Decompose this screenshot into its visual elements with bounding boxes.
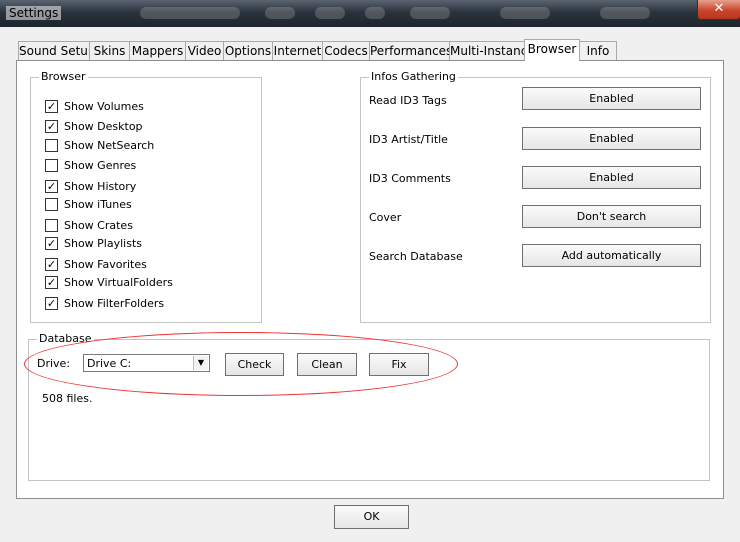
background-blur-shape (600, 7, 650, 19)
checkbox-show-virtualfolders[interactable]: ✓ Show VirtualFolders (45, 274, 173, 290)
checkbox[interactable]: ✓ (45, 99, 58, 113)
checkbox-label: Show Volumes (64, 99, 144, 113)
checkbox-show-favorites[interactable]: ✓ Show Favorites (45, 256, 147, 272)
infos-gathering-group: Infos Gathering (360, 70, 711, 323)
background-blur-shape (365, 7, 385, 19)
ok-button[interactable]: OK (334, 505, 409, 529)
checkbox-label: Show Playlists (64, 236, 143, 250)
close-button[interactable]: ✕ (697, 0, 740, 20)
id3-comments-label: ID3 Comments (369, 172, 451, 185)
check-icon: ✓ (46, 179, 57, 193)
drive-select-value: Drive C: (87, 357, 132, 370)
background-blur-shape (410, 7, 450, 19)
checkbox-show-itunes[interactable]: Show iTunes (45, 196, 132, 212)
background-blur-shape (265, 7, 295, 19)
checkbox-show-desktop[interactable]: ✓ Show Desktop (45, 118, 143, 134)
checkbox[interactable]: ✓ (45, 179, 58, 193)
clean-button[interactable]: Clean (297, 353, 357, 376)
tab-multi-instance[interactable]: Multi-Instance (449, 41, 535, 61)
checkbox-label: Show Desktop (64, 119, 143, 133)
window-title: Settings (6, 6, 62, 20)
checkbox[interactable] (45, 197, 58, 211)
checkbox-label: Show NetSearch (64, 138, 155, 152)
id3-artist-title-label: ID3 Artist/Title (369, 133, 448, 146)
search-database-label: Search Database (369, 250, 463, 263)
tab-sound-setup[interactable]: Sound Setup (18, 41, 96, 61)
checkbox-label: Show FilterFolders (64, 296, 165, 310)
infos-gathering-group-title: Infos Gathering (369, 70, 458, 83)
tab-performances[interactable]: Performances (369, 41, 452, 61)
checkbox-show-history[interactable]: ✓ Show History (45, 178, 136, 194)
tab-options[interactable]: Options (223, 41, 273, 61)
checkbox[interactable]: ✓ (45, 296, 58, 310)
browser-group-title: Browser (39, 70, 88, 83)
checkbox[interactable]: ✓ (45, 119, 58, 133)
checkbox-label: Show Favorites (64, 257, 147, 271)
checkbox-label: Show Crates (64, 218, 133, 232)
chevron-down-icon[interactable]: ▼ (193, 356, 208, 370)
checkbox-show-filterfolders[interactable]: ✓ Show FilterFolders (45, 295, 164, 311)
cover-label: Cover (369, 211, 402, 224)
check-icon: ✓ (46, 236, 57, 250)
tab-video[interactable]: Video (185, 41, 224, 61)
checkbox-label: Show History (64, 179, 137, 193)
checkbox[interactable]: ✓ (45, 257, 58, 271)
checkbox-show-volumes[interactable]: ✓ Show Volumes (45, 98, 144, 114)
check-icon: ✓ (46, 99, 57, 113)
fix-button[interactable]: Fix (369, 353, 429, 376)
tab-codecs[interactable]: Codecs (322, 41, 370, 61)
checkbox-label: Show VirtualFolders (64, 275, 173, 289)
drive-select[interactable]: Drive C: ▼ (83, 354, 210, 372)
checkbox[interactable] (45, 158, 58, 172)
close-icon: ✕ (713, 1, 725, 16)
title-bar: Settings ✕ (0, 0, 740, 27)
database-group-title: Database (37, 332, 94, 345)
checkbox[interactable]: ✓ (45, 275, 58, 289)
tab-info[interactable]: Info (579, 41, 617, 61)
background-blur-shape (500, 7, 550, 19)
checkbox-label: Show iTunes (64, 197, 132, 211)
checkbox[interactable] (45, 138, 58, 152)
checkbox-show-crates[interactable]: Show Crates (45, 217, 133, 233)
id3-comments-button[interactable]: Enabled (522, 166, 701, 189)
read-id3-tags-label: Read ID3 Tags (369, 94, 447, 107)
drive-label: Drive: (37, 357, 71, 370)
checkbox-show-netsearch[interactable]: Show NetSearch (45, 137, 154, 153)
tab-skins[interactable]: Skins (89, 41, 130, 61)
search-database-button[interactable]: Add automatically (522, 244, 701, 267)
checkbox-show-genres[interactable]: Show Genres (45, 157, 136, 173)
check-icon: ✓ (46, 119, 57, 133)
checkbox[interactable]: ✓ (45, 236, 58, 250)
background-blur-shape (140, 7, 240, 19)
tab-internet[interactable]: Internet (272, 41, 323, 61)
check-button[interactable]: Check (225, 353, 284, 376)
id3-artist-title-button[interactable]: Enabled (522, 127, 701, 150)
check-icon: ✓ (46, 257, 57, 271)
check-icon: ✓ (46, 296, 57, 310)
checkbox[interactable] (45, 218, 58, 232)
tab-browser[interactable]: Browser (524, 39, 580, 61)
check-icon: ✓ (46, 275, 57, 289)
cover-button[interactable]: Don't search (522, 205, 701, 228)
database-status-text: 508 files. (42, 392, 93, 405)
checkbox-show-playlists[interactable]: ✓ Show Playlists (45, 235, 142, 251)
read-id3-tags-button[interactable]: Enabled (522, 87, 701, 110)
tab-mappers[interactable]: Mappers (129, 41, 186, 61)
checkbox-label: Show Genres (64, 158, 137, 172)
background-blur-shape (315, 7, 345, 19)
